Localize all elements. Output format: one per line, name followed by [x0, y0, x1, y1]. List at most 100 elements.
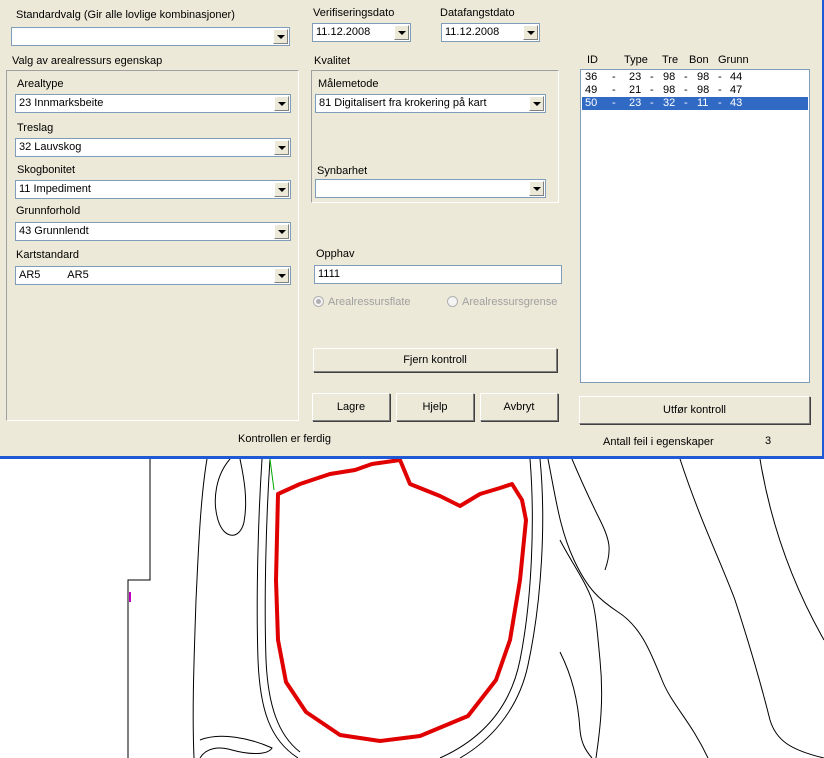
chevron-down-icon[interactable] — [529, 96, 544, 111]
map-boundary-line — [759, 459, 824, 641]
skogbonitet-value: 11 Impediment — [19, 183, 91, 195]
malemetode-dropdown[interactable]: 81 Digitalisert fra krokering på kart — [315, 94, 546, 113]
feil-count-value: 3 — [765, 435, 772, 447]
row-type: 21 — [629, 84, 642, 96]
chevron-down-icon[interactable] — [529, 181, 544, 196]
map-boundary-line — [214, 459, 247, 536]
arealtype-dropdown[interactable]: 23 Innmarksbeite — [15, 94, 291, 113]
separator-dash: - — [684, 97, 688, 109]
datafangstdato-label: Datafangstdato — [440, 7, 515, 19]
map-lines — [127, 459, 824, 758]
radio-selected-icon — [313, 296, 324, 307]
grunnforhold-value: 43 Grunnlendt — [19, 225, 89, 237]
feil-count-label: Antall feil i egenskaper — [603, 436, 714, 448]
arealtype-label: Arealtype — [17, 78, 64, 90]
fjern-kontroll-button[interactable]: Fjern kontroll — [313, 348, 557, 372]
result-listbox[interactable]: 36 - 23 - 98 - 98 - 44 49 - 21 - 98 - 98… — [580, 69, 810, 383]
list-header-type: Type — [624, 54, 648, 66]
chevron-down-icon[interactable] — [274, 140, 289, 155]
list-item[interactable]: 36 - 23 - 98 - 98 - 44 — [582, 71, 808, 84]
row-id: 49 — [585, 84, 598, 96]
map-boundary-line — [192, 459, 208, 758]
skogbonitet-label: Skogbonitet — [17, 164, 76, 176]
row-bon: 11 — [697, 97, 709, 109]
verifiseringsdato-value: 11.12.2008 — [316, 26, 371, 38]
dialog-window: Standardvalg (Gir alle lovlige kombinasj… — [0, 0, 824, 459]
synbarhet-dropdown[interactable] — [315, 179, 546, 198]
kartstandard-value: AR5 AR5 — [19, 269, 89, 281]
treslag-dropdown[interactable]: 32 Lauvskog — [15, 138, 291, 157]
separator-dash: - — [612, 71, 616, 83]
row-grunn: 43 — [730, 97, 743, 109]
row-tre: 32 — [663, 97, 676, 109]
list-header-bon: Bon — [689, 54, 709, 66]
hjelp-button[interactable]: Hjelp — [396, 393, 474, 421]
chevron-down-icon[interactable] — [274, 224, 289, 239]
opphav-input[interactable]: 1111 — [314, 265, 562, 284]
utfor-kontroll-button[interactable]: Utfør kontroll — [579, 396, 810, 424]
row-grunn: 44 — [730, 71, 743, 83]
synbarhet-label: Synbarhet — [317, 165, 368, 177]
standardvalg-dropdown[interactable] — [11, 27, 290, 46]
radio-arealressursgrense-label: Arealressursgrense — [462, 296, 558, 308]
radio-arealressursgrense[interactable]: Arealressursgrense — [447, 296, 557, 308]
separator-dash: - — [650, 71, 654, 83]
map-boundary-line — [199, 735, 273, 758]
kvalitet-group-title: Kvalitet — [314, 55, 351, 67]
row-id: 50 — [585, 97, 598, 109]
row-id: 36 — [585, 71, 598, 83]
verifiseringsdato-picker[interactable]: 11.12.2008 — [312, 23, 411, 42]
separator-dash: - — [612, 97, 616, 109]
malemetode-label: Målemetode — [318, 78, 379, 90]
map-boundary-line — [264, 459, 301, 753]
treslag-label: Treslag — [17, 122, 54, 134]
map-green-line — [269, 459, 275, 491]
treslag-value: 32 Lauvskog — [19, 141, 82, 153]
chevron-down-icon[interactable] — [274, 182, 289, 197]
list-header-grunn: Grunn — [718, 54, 749, 66]
kartstandard-dropdown[interactable]: AR5 AR5 — [15, 266, 291, 285]
separator-dash: - — [718, 84, 722, 96]
map-boundary-line — [679, 459, 824, 758]
chevron-down-icon[interactable] — [274, 96, 289, 111]
skogbonitet-dropdown[interactable]: 11 Impediment — [15, 180, 291, 199]
datafangstdato-value: 11.12.2008 — [445, 26, 500, 38]
list-item-selected[interactable]: 50 - 23 - 32 - 11 - 43 — [582, 97, 808, 110]
avbryt-button[interactable]: Avbryt — [480, 393, 558, 421]
lagre-button[interactable]: Lagre — [312, 393, 390, 421]
arealressurs-group-title: Valg av arealressurs egenskap — [12, 55, 163, 67]
grunnforhold-dropdown[interactable]: 43 Grunnlendt — [15, 222, 291, 241]
list-header-id: ID — [587, 54, 598, 66]
chevron-down-icon[interactable] — [273, 29, 288, 44]
status-message: Kontrollen er ferdig — [238, 433, 331, 445]
row-bon: 98 — [697, 84, 710, 96]
chevron-down-icon[interactable] — [523, 25, 538, 40]
radio-unselected-icon — [447, 296, 458, 307]
radio-arealressursflate[interactable]: Arealressursflate — [313, 296, 411, 308]
row-bon: 98 — [697, 71, 710, 83]
standardvalg-label: Standardvalg (Gir alle lovlige kombinasj… — [16, 9, 235, 21]
map-boundary-line — [547, 459, 709, 758]
opphav-label: Opphav — [316, 248, 355, 260]
row-grunn: 47 — [730, 84, 743, 96]
kartstandard-label: Kartstandard — [16, 249, 79, 261]
separator-dash: - — [650, 97, 654, 109]
verifiseringsdato-label: Verifiseringsdato — [313, 7, 395, 19]
separator-dash: - — [718, 97, 722, 109]
selected-parcel-outline[interactable] — [274, 459, 528, 743]
datafangstdato-picker[interactable]: 11.12.2008 — [441, 23, 540, 42]
separator-dash: - — [612, 84, 616, 96]
separator-dash: - — [684, 84, 688, 96]
radio-arealressursflate-label: Arealressursflate — [328, 296, 411, 308]
arealtype-value: 23 Innmarksbeite — [19, 97, 104, 109]
list-header-tre: Tre — [662, 54, 679, 66]
row-type: 23 — [629, 97, 642, 109]
row-tre: 98 — [663, 71, 676, 83]
chevron-down-icon[interactable] — [274, 268, 289, 283]
map-boundary-line — [127, 459, 151, 758]
row-tre: 98 — [663, 84, 676, 96]
chevron-down-icon[interactable] — [394, 25, 409, 40]
list-item[interactable]: 49 - 21 - 98 - 98 - 47 — [582, 84, 808, 97]
map-canvas[interactable] — [0, 459, 824, 758]
grunnforhold-label: Grunnforhold — [16, 205, 81, 217]
